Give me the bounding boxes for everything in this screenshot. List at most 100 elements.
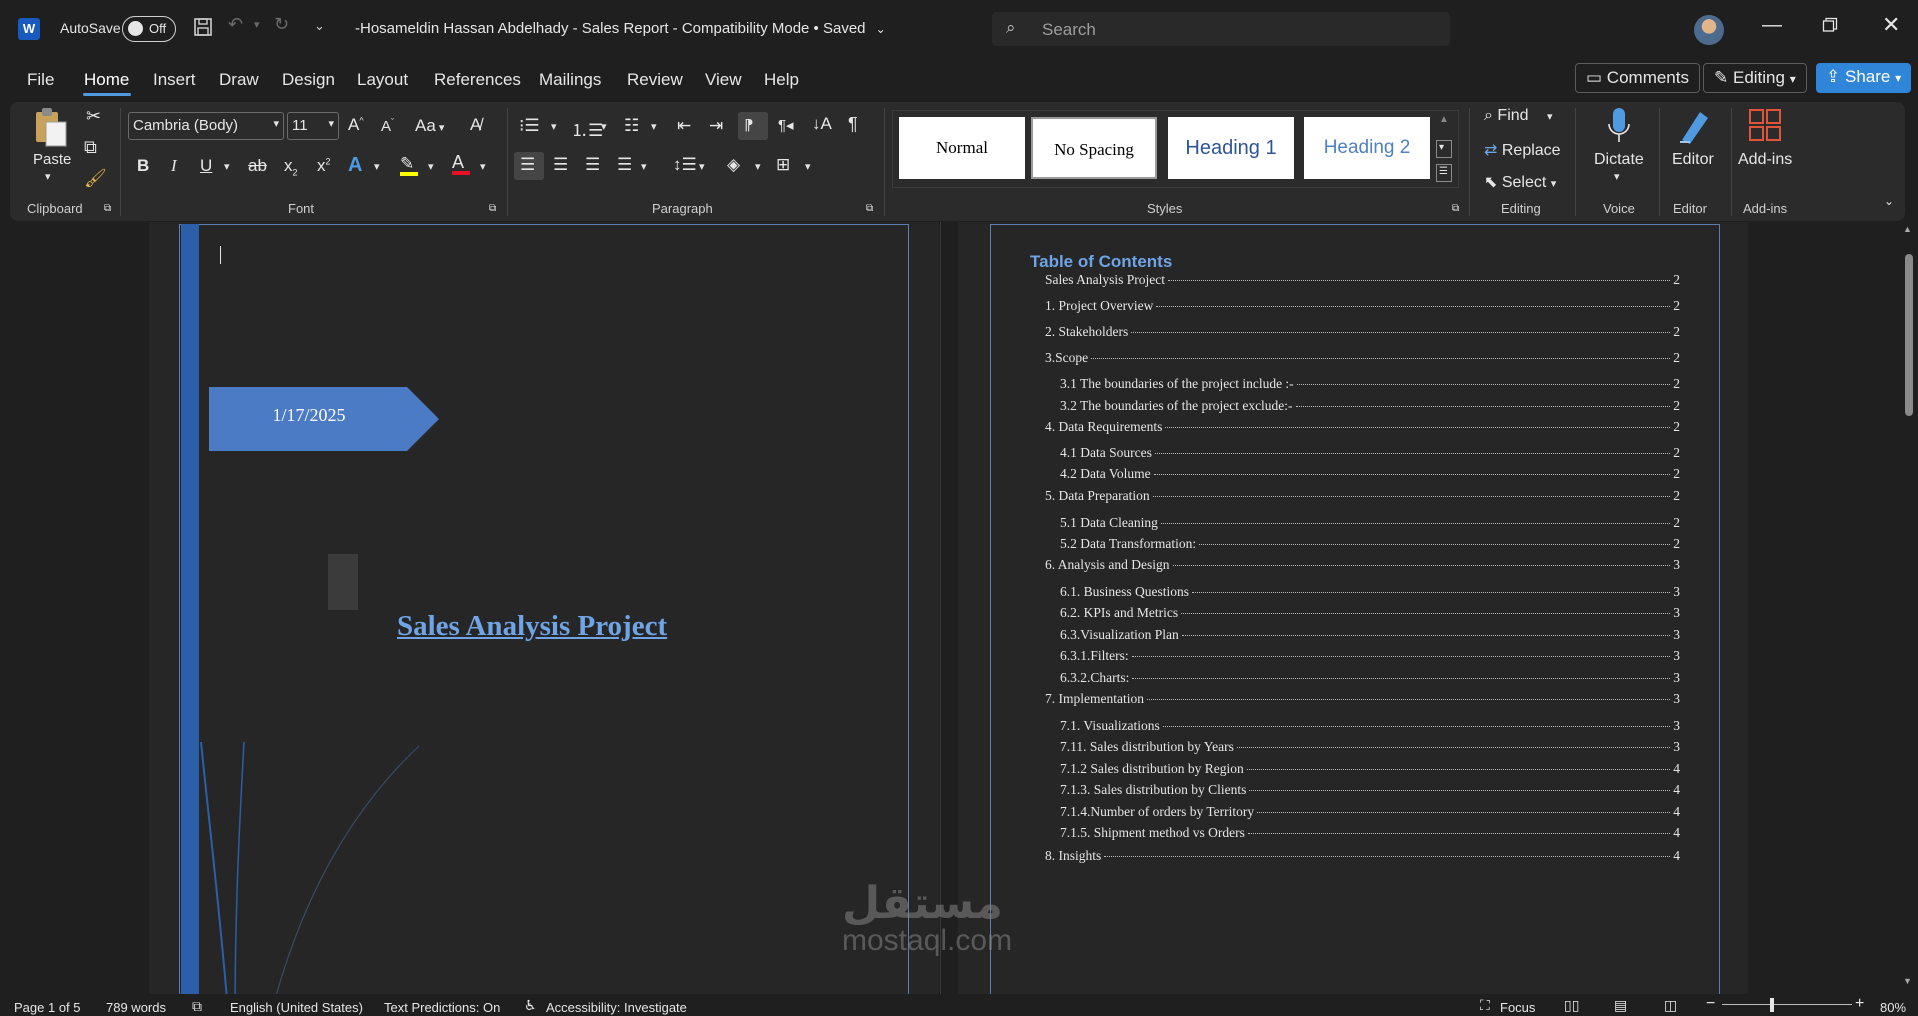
ltr-text-direction-button[interactable]: ⁋ bbox=[738, 112, 768, 140]
cover-title[interactable]: Sales Analysis Project bbox=[397, 610, 667, 643]
styles-scroll-down-icon[interactable]: ▾ bbox=[1436, 140, 1452, 158]
copy-icon[interactable]: ⧉ bbox=[84, 137, 97, 158]
undo-icon[interactable]: ↶ bbox=[228, 14, 243, 35]
numbering-dropdown-icon[interactable]: ▾ bbox=[601, 120, 607, 133]
toc-entry[interactable]: 5.1 Data Cleaning 2 bbox=[1060, 515, 1680, 531]
increase-indent-icon[interactable]: ⇥ bbox=[709, 116, 723, 136]
toc-entry[interactable]: 3.2 The boundaries of the project exclud… bbox=[1060, 398, 1680, 414]
customize-toolbar-icon[interactable]: ⌄ bbox=[314, 18, 325, 34]
save-icon[interactable] bbox=[192, 16, 214, 43]
tab-layout[interactable]: Layout bbox=[357, 70, 408, 90]
tab-draw[interactable]: Draw bbox=[219, 70, 259, 90]
borders-icon[interactable]: ⊞ bbox=[776, 155, 790, 175]
toc-entry[interactable]: 4. Data Requirements 2 bbox=[1045, 419, 1680, 435]
numbering-icon[interactable]: ⒈☰ bbox=[571, 116, 603, 141]
shading-dropdown-icon[interactable]: ▾ bbox=[755, 160, 761, 173]
font-color-dropdown-icon[interactable]: ▾ bbox=[480, 160, 486, 173]
zoom-slider-thumb[interactable] bbox=[1770, 998, 1774, 1012]
multilevel-list-icon[interactable]: ☷ bbox=[624, 116, 639, 136]
toc-entry[interactable]: 8. Insights 4 bbox=[1045, 848, 1680, 864]
restore-icon[interactable] bbox=[1822, 16, 1838, 39]
tab-file[interactable]: File bbox=[27, 70, 54, 90]
clear-formatting-icon[interactable]: A̸ bbox=[470, 115, 481, 135]
align-center-icon[interactable]: ☰ bbox=[553, 155, 568, 175]
style-no-spacing[interactable]: No Spacing bbox=[1031, 117, 1157, 179]
text-predictions[interactable]: Text Predictions: On bbox=[384, 1000, 500, 1015]
editor-icon[interactable] bbox=[1674, 106, 1714, 149]
toc-entry[interactable]: 7.1. Visualizations 3 bbox=[1060, 718, 1680, 734]
editor-label[interactable]: Editor bbox=[1672, 151, 1714, 169]
subscript-icon[interactable]: x2 bbox=[284, 156, 298, 177]
replace-button[interactable]: ⇄ Replace bbox=[1484, 140, 1561, 160]
decrease-indent-icon[interactable]: ⇤ bbox=[677, 116, 691, 136]
shading-icon[interactable]: ◈ bbox=[727, 155, 740, 175]
bold-icon[interactable]: B bbox=[137, 156, 149, 176]
close-icon[interactable]: ✕ bbox=[1882, 12, 1900, 38]
tab-help[interactable]: Help bbox=[764, 70, 799, 90]
text-effects-dropdown-icon[interactable]: ▾ bbox=[374, 160, 380, 173]
tab-mailings[interactable]: Mailings bbox=[539, 70, 601, 90]
cut-icon[interactable]: ✂ bbox=[86, 106, 101, 127]
show-formatting-marks-icon[interactable]: ¶ bbox=[848, 114, 858, 135]
editing-mode-button[interactable]: ✎ Editing ▾ bbox=[1703, 63, 1807, 93]
scrollbar-thumb[interactable] bbox=[1905, 254, 1913, 416]
toc-entry[interactable]: 6.3.1.Filters: 3 bbox=[1060, 648, 1680, 664]
underline-dropdown-icon[interactable]: ▾ bbox=[224, 160, 230, 173]
highlight-dropdown-icon[interactable]: ▾ bbox=[428, 160, 434, 173]
focus-button[interactable]: Focus bbox=[1500, 1000, 1535, 1015]
select-button[interactable]: ⬉ Select ▾ bbox=[1484, 172, 1556, 192]
language[interactable]: English (United States) bbox=[230, 1000, 363, 1015]
zoom-level[interactable]: 80% bbox=[1880, 1000, 1906, 1015]
share-button[interactable]: ⇪ Share ▾ bbox=[1816, 63, 1912, 93]
zoom-in-icon[interactable]: + bbox=[1855, 995, 1864, 1013]
style-heading-2[interactable]: Heading 2 bbox=[1304, 117, 1430, 179]
grow-font-icon[interactable]: A^ bbox=[348, 115, 364, 135]
search-box[interactable]: ⌕ Search bbox=[992, 12, 1450, 46]
font-color-icon[interactable]: A bbox=[452, 152, 470, 175]
zoom-slider[interactable] bbox=[1722, 1004, 1852, 1005]
toc-entry[interactable]: 6.1. Business Questions 3 bbox=[1060, 584, 1680, 600]
text-effects-icon[interactable]: A bbox=[348, 154, 362, 177]
paste-button[interactable] bbox=[32, 106, 70, 153]
font-size-combo[interactable]: 11 ▾ bbox=[287, 112, 339, 140]
scroll-down-icon[interactable]: ▼ bbox=[1903, 976, 1912, 986]
styles-scroll-up-icon[interactable]: ▲ bbox=[1439, 114, 1449, 125]
sort-icon[interactable]: ↓A bbox=[812, 114, 832, 134]
toc-entry[interactable]: 4.1 Data Sources 2 bbox=[1060, 445, 1680, 461]
page-2[interactable]: Table of Contents Sales Analysis Project… bbox=[958, 222, 1748, 994]
page-1[interactable]: 1/17/2025 Sales Analysis Project bbox=[149, 222, 939, 994]
toc-entry[interactable]: 7.1.2 Sales distribution by Region 4 bbox=[1060, 761, 1680, 777]
paste-dropdown-icon[interactable]: ▾ bbox=[45, 170, 51, 183]
toc-entry[interactable]: 1. Project Overview 2 bbox=[1045, 298, 1680, 314]
accessibility-status[interactable]: Accessibility: Investigate bbox=[546, 1000, 687, 1015]
toc-entry[interactable]: 7. Implementation 3 bbox=[1045, 691, 1680, 707]
minimize-icon[interactable]: — bbox=[1762, 14, 1782, 37]
read-mode-icon[interactable]: ▯▯ bbox=[1564, 997, 1579, 1014]
collapse-ribbon-icon[interactable]: ⌄ bbox=[1884, 194, 1894, 208]
font-name-combo[interactable]: Cambria (Body) ▾ bbox=[128, 112, 284, 140]
format-painter-icon[interactable]: 🖌 bbox=[84, 168, 107, 189]
style-normal[interactable]: Normal bbox=[899, 117, 1025, 179]
dialog-launcher-icon[interactable]: ⧉ bbox=[866, 203, 873, 214]
toc-entry[interactable]: 6.3.Visualization Plan 3 bbox=[1060, 627, 1680, 643]
toc-entry[interactable]: 6.2. KPIs and Metrics 3 bbox=[1060, 605, 1680, 621]
toc-entry[interactable]: 2. Stakeholders 2 bbox=[1045, 324, 1680, 340]
toc-entry[interactable]: 7.1.4.Number of orders by Territory 4 bbox=[1060, 804, 1680, 820]
toc-entry[interactable]: 5. Data Preparation 2 bbox=[1045, 488, 1680, 504]
dictate-dropdown-icon[interactable]: ▾ bbox=[1614, 170, 1620, 183]
rtl-icon[interactable]: ¶◂ bbox=[778, 116, 794, 134]
styles-more-icon[interactable]: ☰ bbox=[1436, 164, 1452, 182]
page-count[interactable]: Page 1 of 5 bbox=[14, 1000, 81, 1015]
multilevel-dropdown-icon[interactable]: ▾ bbox=[651, 120, 657, 133]
toc-entry[interactable]: 6.3.2.Charts: 3 bbox=[1060, 670, 1680, 686]
toc-entry[interactable]: 7.1.5. Shipment method vs Orders 4 bbox=[1060, 825, 1680, 841]
zoom-out-icon[interactable]: − bbox=[1706, 995, 1715, 1013]
cover-date[interactable]: 1/17/2025 bbox=[209, 405, 409, 426]
justify-dropdown-icon[interactable]: ▾ bbox=[641, 160, 647, 173]
microphone-icon[interactable] bbox=[1607, 106, 1631, 149]
bullets-icon[interactable]: ⁝☰ bbox=[519, 116, 540, 136]
document-title[interactable]: -Hosameldin Hassan Abdelhady - Sales Rep… bbox=[355, 20, 886, 37]
bullets-dropdown-icon[interactable]: ▾ bbox=[551, 120, 557, 133]
superscript-icon[interactable]: x2 bbox=[317, 156, 331, 176]
change-case-button[interactable]: Aa ▾ bbox=[415, 116, 444, 136]
